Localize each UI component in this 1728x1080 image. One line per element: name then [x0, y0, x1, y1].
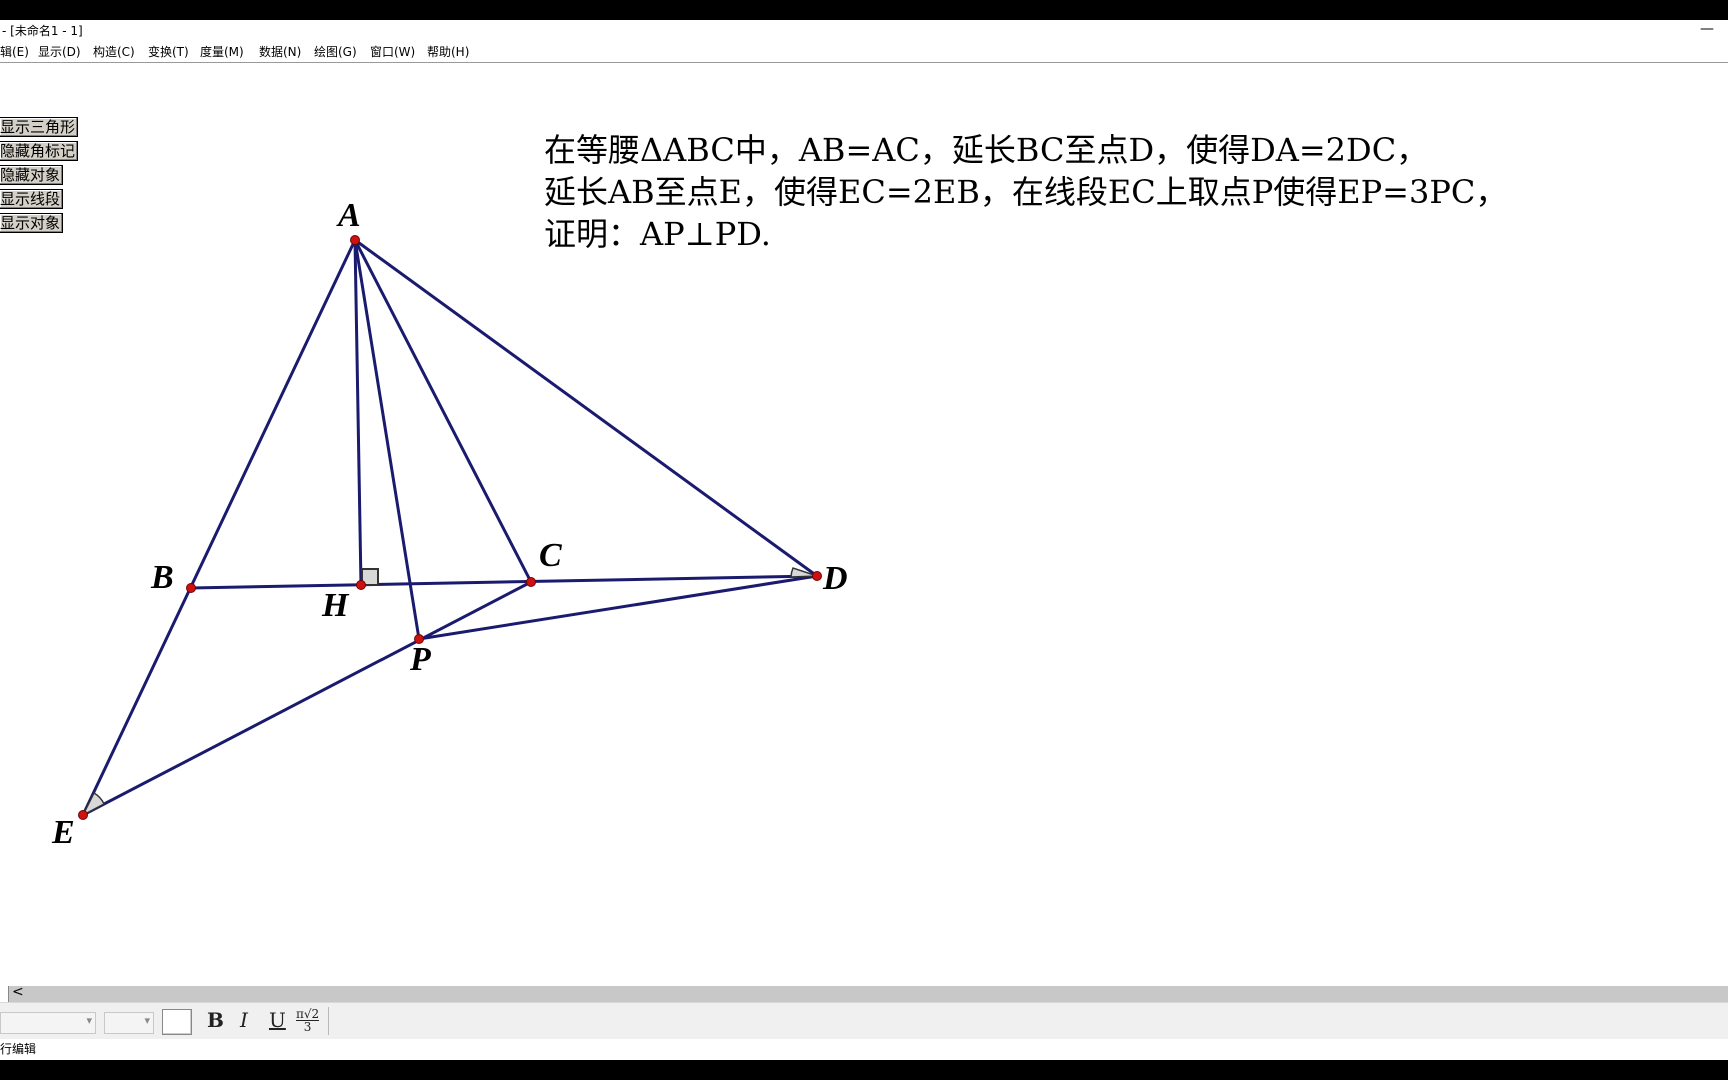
sketchpad-window: - [未命名1 - 1] — 编辑(E) 显示(D) 构造(C) 变换(T) 度… — [0, 20, 1728, 1060]
scroll-end — [0, 986, 9, 1002]
chevron-down-icon: ▾ — [144, 1014, 150, 1027]
bold-button[interactable]: B — [207, 1008, 224, 1032]
segment-pd[interactable] — [418, 574, 818, 641]
label-e[interactable]: E — [51, 814, 75, 851]
horizontal-scrollbar[interactable]: < — [0, 984, 1728, 1002]
title-bar: - [未命名1 - 1] — — [0, 20, 1728, 42]
font-size-select[interactable]: ▾ — [104, 1012, 154, 1034]
italic-button[interactable]: I — [240, 1008, 248, 1032]
underline-button[interactable]: U — [269, 1008, 286, 1032]
point-d[interactable] — [812, 571, 822, 581]
label-c[interactable]: C — [539, 537, 562, 574]
point-e[interactable] — [78, 810, 88, 820]
point-c[interactable] — [526, 577, 536, 587]
status-bar: 进行编辑 — [0, 1039, 1728, 1060]
menu-bar: 编辑(E) 显示(D) 构造(C) 变换(T) 度量(M) 数据(N) 绘图(G… — [0, 42, 1728, 63]
menu-help[interactable]: 帮助(H) — [427, 42, 469, 62]
label-p[interactable]: P — [409, 641, 431, 678]
status-text: 进行编辑 — [0, 1042, 37, 1056]
chevron-down-icon: ▾ — [86, 1014, 92, 1027]
point-h[interactable] — [356, 580, 366, 590]
segment-ec[interactable] — [82, 580, 532, 817]
menu-display[interactable]: 显示(D) — [38, 42, 81, 62]
geometry-figure: A B C D E H P — [51, 197, 848, 851]
window-title: - [未命名1 - 1] — [2, 24, 83, 38]
menu-transform[interactable]: 变换(T) — [148, 42, 189, 62]
menu-edit[interactable]: 编辑(E) — [0, 42, 29, 62]
font-family-select[interactable]: ▾ — [0, 1012, 96, 1034]
math-format-icon[interactable]: π√2 3 — [296, 1008, 320, 1033]
sketch-canvas[interactable]: 显示三角形 隐藏角标记 隐藏对象 显示线段 显示对象 在等腰ΔABC中，AB=A… — [0, 63, 1728, 986]
label-b[interactable]: B — [150, 559, 174, 596]
point-b[interactable] — [186, 583, 196, 593]
text-color-box[interactable] — [162, 1009, 192, 1035]
segment-bd[interactable] — [190, 574, 818, 590]
menu-construct[interactable]: 构造(C) — [93, 42, 135, 62]
label-h[interactable]: H — [321, 587, 350, 624]
menu-measure[interactable]: 度量(M) — [200, 42, 244, 62]
point-a[interactable] — [350, 235, 360, 245]
segment-ad[interactable] — [354, 238, 818, 578]
scroll-left-icon[interactable]: < — [12, 984, 24, 1000]
minimize-icon[interactable]: — — [1700, 18, 1714, 40]
text-format-toolbar: ▾ ▾ B I U π√2 3 — [0, 1002, 1728, 1039]
segment-ah[interactable] — [353, 239, 363, 586]
label-a[interactable]: A — [336, 197, 361, 234]
menu-graph[interactable]: 绘图(G) — [314, 42, 357, 62]
label-d[interactable]: D — [822, 560, 848, 597]
toolbar-divider — [328, 1007, 329, 1035]
segment-ae[interactable] — [81, 239, 357, 816]
menu-data[interactable]: 数据(N) — [259, 42, 301, 62]
menu-window[interactable]: 窗口(W) — [370, 42, 415, 62]
